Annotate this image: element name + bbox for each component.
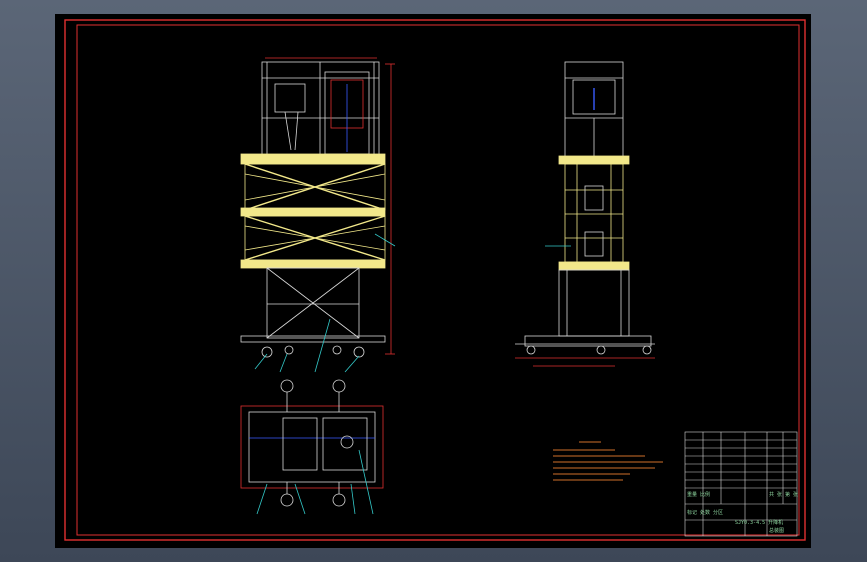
guardrail-cage <box>261 61 380 157</box>
title-block-text: 重量 比例 共 张 第 张 标记 处数 分区 SJY0.3-4.5 升降机 总装… <box>687 491 798 534</box>
caster-wheel-4 <box>353 346 365 358</box>
caster-wheel-3 <box>332 345 342 355</box>
top-wheel-2 <box>332 379 346 393</box>
side-base <box>558 269 630 337</box>
top-wheel-4 <box>332 493 346 507</box>
drawing-canvas: 重量 比例 共 张 第 张 标记 处数 分区 SJY0.3-4.5 升降机 总装… <box>64 19 806 541</box>
platform-deck <box>240 153 386 165</box>
caster-wheel-1 <box>261 346 273 358</box>
caster-wheel-2 <box>284 345 294 355</box>
tb-bottom-right: 总装图 <box>769 527 784 534</box>
outer-border <box>64 19 806 541</box>
top-view <box>240 379 384 515</box>
side-scissor-column <box>564 163 624 263</box>
tb-bottom-left: 标记 处数 分区 <box>687 509 723 516</box>
cad-viewport[interactable]: 重量 比例 共 张 第 张 标记 处数 分区 SJY0.3-4.5 升降机 总装… <box>0 0 867 562</box>
tb-bottom-mid: SJY0.3-4.5 升降机 <box>735 519 783 526</box>
drawing-sheet[interactable]: 重量 比例 共 张 第 张 标记 处数 分区 SJY0.3-4.5 升降机 总装… <box>55 14 811 548</box>
tb-right-col: 共 张 第 张 <box>769 491 798 498</box>
front-view <box>240 57 396 373</box>
top-wheel-1 <box>280 379 294 393</box>
top-wheel-3 <box>280 493 294 507</box>
technical-notes <box>553 441 663 481</box>
inner-border <box>76 24 800 536</box>
tb-left-col: 重量 比例 <box>687 491 710 498</box>
control-box <box>274 83 306 113</box>
side-view <box>515 61 655 367</box>
